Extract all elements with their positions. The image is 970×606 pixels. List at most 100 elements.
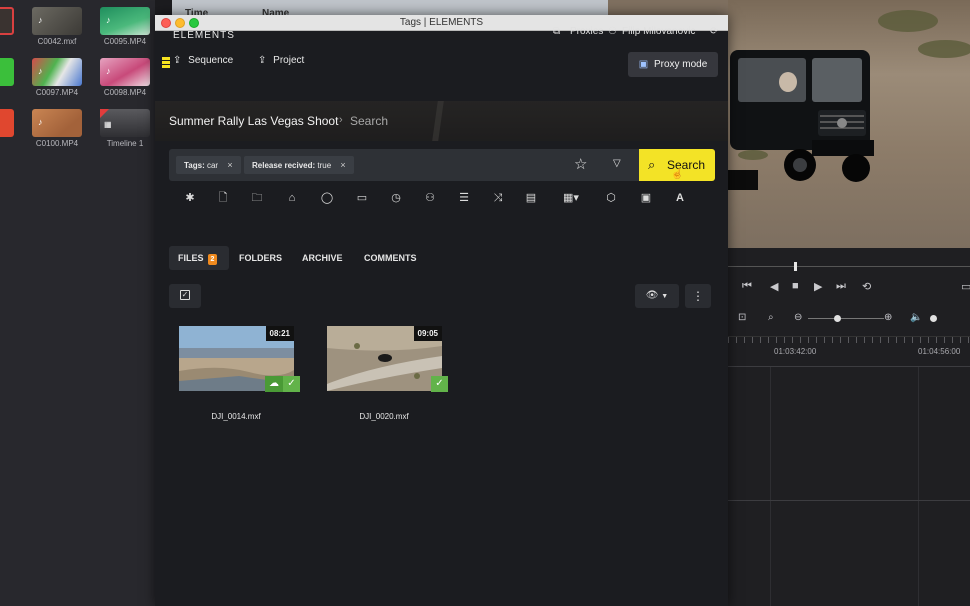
checkbox-icon: ✓: [180, 290, 190, 300]
volume-knob[interactable]: [930, 315, 937, 322]
clip-thumbnail[interactable]: [0, 109, 14, 137]
tab-folders[interactable]: FOLDERS: [239, 246, 282, 270]
asterisk-icon[interactable]: ✱: [183, 191, 197, 205]
clock-icon[interactable]: ◷: [389, 191, 403, 205]
more-options-button[interactable]: ⋮: [685, 284, 711, 308]
user-name[interactable]: Filip Milovanovic: [622, 26, 695, 37]
breadcrumb-separator: ›: [339, 114, 343, 126]
text-icon[interactable]: A: [673, 191, 687, 205]
tab-files[interactable]: FILES 2: [169, 246, 229, 270]
track-divider: [728, 366, 970, 367]
cube-icon[interactable]: ⬡: [604, 191, 618, 205]
app-header: ELEMENTS ⧉ Proxies ⚇ Filip Milovanovic ⟳…: [155, 26, 728, 101]
chip-remove-icon[interactable]: ×: [340, 160, 345, 170]
more-vertical-icon: ⋮: [692, 289, 704, 303]
chip-remove-icon[interactable]: ×: [227, 160, 232, 170]
sync-icon[interactable]: ⟳: [710, 26, 718, 37]
star-icon[interactable]: ☆: [574, 155, 587, 173]
stop-icon[interactable]: ■: [792, 280, 799, 292]
video-viewer: [728, 0, 970, 248]
desktop: xf ♪ C0042.mxf ♪ C0095.MP4 P4 ♪ C0097.MP…: [0, 0, 970, 606]
clip-label: C0098.MP4: [103, 88, 147, 97]
clip-label: Timeline 1: [106, 139, 144, 148]
filter-chip-tags[interactable]: Tags: car ×: [176, 156, 241, 174]
timecode-label: 01:04:56:00: [918, 347, 961, 356]
red-flag-icon: [100, 109, 109, 118]
elements-window: Tags | ELEMENTS ELEMENTS ⧉ Proxies ⚇ Fil…: [155, 15, 728, 606]
playhead[interactable]: [794, 262, 797, 271]
proxy-mode-label: Proxy mode: [653, 59, 708, 70]
volume-icon[interactable]: 🔈: [910, 312, 922, 323]
files-count-badge: 2: [207, 254, 218, 265]
tab-archive[interactable]: ARCHIVE: [302, 246, 343, 270]
clip-label: C0095.MP4: [103, 37, 147, 46]
list-icon[interactable]: ☰: [457, 191, 471, 205]
project-label: Project: [273, 55, 305, 66]
play-icon[interactable]: ▶: [814, 280, 822, 293]
check-icon: ✓: [431, 376, 448, 392]
shuffle-icon[interactable]: ⤨: [491, 191, 505, 205]
zoom-out-icon[interactable]: ⊖: [794, 312, 802, 323]
file-thumbnail[interactable]: 09:05: [327, 326, 442, 391]
search-bar[interactable]: Tags: car × Release recived: true × ☆ ▽: [169, 149, 639, 181]
duration-label: 09:05: [413, 326, 442, 341]
breadcrumb-project-link[interactable]: Summer Rally Las Vegas Shoot: [169, 114, 338, 128]
document-icon[interactable]: ▤: [524, 191, 538, 205]
scrubber-track[interactable]: [728, 266, 970, 267]
table-icon[interactable]: ▦▾: [560, 191, 582, 205]
filter-chip-release[interactable]: Release recived: true ×: [244, 156, 354, 174]
skip-forward-icon[interactable]: ⏭: [836, 280, 846, 293]
file-icon[interactable]: 🗋: [216, 191, 230, 205]
zoom-fit-icon[interactable]: ⊡: [738, 312, 746, 323]
car-image: [728, 50, 874, 190]
clip-thumbnail[interactable]: [0, 7, 14, 35]
mouse-cursor-icon: ☝: [671, 169, 684, 180]
tab-files-label: FILES: [178, 253, 204, 263]
zoom-slider-knob[interactable]: [834, 315, 841, 322]
step-back-icon[interactable]: ◀: [770, 280, 778, 293]
proxies-link[interactable]: Proxies: [570, 26, 603, 37]
skip-back-icon[interactable]: ⏮: [742, 280, 752, 293]
upload-icon: ⇪: [258, 55, 267, 66]
panel-toggle-icon[interactable]: ▭: [961, 280, 970, 293]
zoom-in-icon[interactable]: ⊕: [884, 312, 892, 323]
zoom-controls: ⊡ ⌕ ⊖ ⊕ 🔈: [728, 309, 970, 329]
eye-icon: 👁: [645, 290, 659, 301]
breadcrumb-current: Search: [350, 114, 389, 128]
zoom-detail-icon[interactable]: ⌕: [768, 312, 774, 323]
proxies-icon: ⧉: [553, 26, 561, 37]
select-all-button[interactable]: ✓: [169, 284, 201, 308]
check-icon: ✓: [283, 376, 300, 392]
briefcase-icon[interactable]: ▭: [355, 191, 369, 205]
view-options-button[interactable]: 👁 ▼: [635, 284, 679, 308]
audio-note-icon: ♪: [106, 66, 111, 76]
tag-icon[interactable]: ⌂: [285, 191, 299, 205]
chip-value: car: [206, 161, 219, 170]
proxy-mode-button[interactable]: ▣ Proxy mode: [628, 52, 718, 77]
clip-label: C0097.MP4: [35, 88, 79, 97]
folder-icon[interactable]: 🗀: [250, 191, 264, 205]
search-button[interactable]: ⌕ Search ☝: [639, 149, 715, 181]
sequence-button[interactable]: ⇪ Sequence: [173, 55, 233, 75]
audio-note-icon: ♪: [38, 15, 43, 25]
comment-icon[interactable]: ◯: [320, 191, 334, 205]
caption-icon[interactable]: ▣: [639, 191, 653, 205]
project-button[interactable]: ⇪ Project: [258, 55, 304, 75]
proxy-icon: ▣: [638, 59, 649, 70]
elements-logo-icon: [162, 57, 170, 69]
upload-icon: ⇪: [173, 55, 182, 66]
file-name[interactable]: DJI_0014.mxf: [175, 412, 297, 421]
user-icon: ⚇: [608, 26, 617, 37]
tab-comments[interactable]: COMMENTS: [364, 246, 417, 270]
chip-key: Release recived:: [252, 161, 316, 170]
app-logo-text: ELEMENTS: [173, 30, 235, 41]
dropdown-icon[interactable]: ▽: [613, 158, 621, 169]
file-name[interactable]: DJI_0020.mxf: [323, 412, 445, 421]
user-icon[interactable]: ⚇: [423, 191, 437, 205]
timeline-panel: [728, 248, 970, 606]
zoom-slider[interactable]: [808, 318, 884, 319]
loop-icon[interactable]: ⟲: [862, 280, 871, 293]
duration-label: 08:21: [265, 326, 294, 341]
clip-thumbnail[interactable]: [0, 58, 14, 86]
timeline-ruler: 01:03:42:00 01:04:56:00: [728, 336, 970, 366]
